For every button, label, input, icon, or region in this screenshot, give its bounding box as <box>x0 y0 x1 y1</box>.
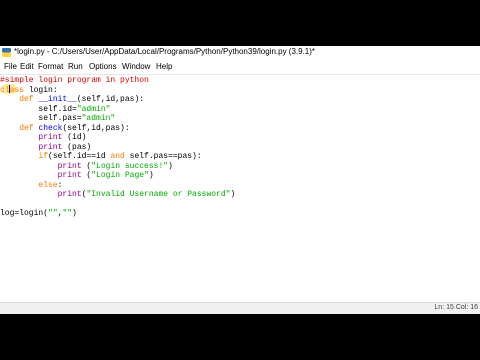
code-line: print (pas) <box>38 142 92 152</box>
menu-run[interactable]: Run <box>68 62 83 71</box>
code-line: if(self.id==id and self.pas==pas): <box>38 152 202 161</box>
code-line: self.id="admin" <box>0 104 111 114</box>
menu-edit[interactable]: Edit <box>20 62 34 71</box>
idle-editor-window: *login.py - C:/Users/User/AppData/Local/… <box>0 46 480 314</box>
window-title: *login.py - C:/Users/User/AppData/Local/… <box>14 47 316 56</box>
code-editor[interactable]: #simple login program in python class lo… <box>0 75 480 302</box>
code-line: class login: <box>0 85 58 95</box>
status-bar: Ln: 15 Col: 16 <box>0 302 480 314</box>
menu-help[interactable]: Help <box>156 62 172 71</box>
code-line: def check(self,id,pas): <box>19 123 130 133</box>
code-line: print ("Login Page") <box>57 171 154 180</box>
code-line: print("Invalid Username or Password") <box>57 190 236 199</box>
code-line: print ("Login success!") <box>57 161 173 171</box>
code-line: self.pas="admin" <box>0 114 116 123</box>
code-text[interactable]: #simple login program in python class lo… <box>0 76 235 219</box>
cursor-position: Ln: 15 Col: 16 <box>434 304 478 311</box>
menu-bar: File Edit Format Run Options Window Help <box>0 60 480 75</box>
code-line: print (id) <box>38 133 87 142</box>
python-icon <box>2 48 11 57</box>
menu-options[interactable]: Options <box>89 62 117 71</box>
code-line: else: <box>38 180 63 190</box>
code-line: def __init__(self,id,pas): <box>19 95 145 104</box>
menu-file[interactable]: File <box>4 62 17 71</box>
menu-format[interactable]: Format <box>38 62 63 71</box>
code-line: #simple login program in python <box>0 76 149 85</box>
menu-window[interactable]: Window <box>122 62 150 71</box>
title-bar: *login.py - C:/Users/User/AppData/Local/… <box>0 46 480 60</box>
code-line: log=login("","") <box>0 209 77 218</box>
